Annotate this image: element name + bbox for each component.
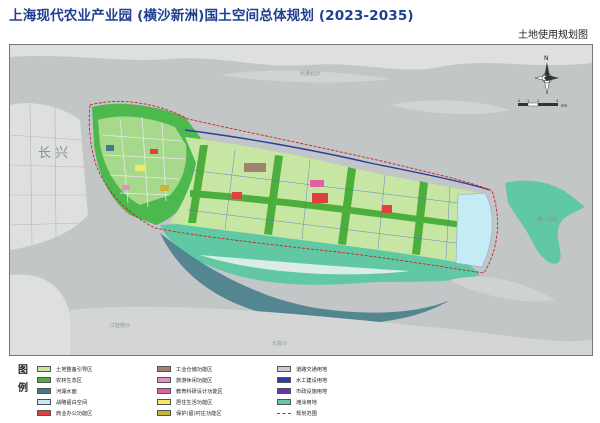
legend-swatch bbox=[277, 399, 291, 405]
legend-label: 规划范围 bbox=[296, 410, 317, 417]
commercial-block bbox=[150, 149, 158, 154]
business-zone-west bbox=[232, 192, 242, 199]
legend-swatch bbox=[157, 377, 171, 383]
legend-swatch bbox=[277, 412, 291, 414]
map-frame[interactable]: 长 兴 横沙浅滩 北港北沙 江亚南沙 九段沙 N 0 1 2 4 km bbox=[9, 44, 593, 356]
legend-label: 水工建设用地 bbox=[296, 377, 328, 384]
scale-tick-1: 1 bbox=[527, 99, 529, 103]
legend-item: 河湖水面 bbox=[37, 386, 157, 396]
legend-label: 滩涂用地 bbox=[296, 399, 317, 406]
map-legend: 图 例 土地整备引导区 工业仓储功能区 道路交通用地农林生态区 旅游休闲功能区 水工建设… bbox=[9, 358, 591, 418]
legend-item: 土地整备引导区 bbox=[37, 364, 157, 374]
legend-swatch bbox=[157, 410, 171, 416]
education-zone bbox=[310, 180, 324, 187]
legend-swatch bbox=[37, 388, 51, 394]
legend-item: 工业仓储功能区 bbox=[157, 364, 277, 374]
legend-label: 市政设施用地 bbox=[296, 388, 328, 395]
label-north-channel: 北港北沙 bbox=[300, 70, 320, 77]
document-title: 上海现代农业产业园 (横沙新洲)国土空间总体规划 (2023-2035) bbox=[9, 8, 414, 24]
legend-label: 教育科研设计功能区 bbox=[176, 388, 223, 395]
legend-label: 河湖水面 bbox=[56, 388, 77, 395]
map-name: 土地使用规划图 bbox=[518, 30, 588, 41]
legend-swatch bbox=[277, 366, 291, 372]
legend-swatch bbox=[37, 377, 51, 383]
legend-item: 保护(留)村庄功能区 bbox=[157, 408, 277, 418]
scale-tick-0: 0 bbox=[518, 99, 520, 103]
scale-unit: km bbox=[561, 103, 567, 108]
residential-block bbox=[135, 165, 145, 171]
legend-item: 战略留白空间 bbox=[37, 397, 157, 407]
strategic-reserve bbox=[455, 192, 493, 268]
legend-swatch bbox=[157, 366, 171, 372]
legend-swatch bbox=[157, 388, 171, 394]
legend-label: 保护(留)村庄功能区 bbox=[176, 410, 222, 417]
legend-item: 市政设施用地 bbox=[277, 386, 387, 396]
label-changxing: 长 兴 bbox=[38, 146, 68, 161]
legend-swatch bbox=[37, 366, 51, 372]
legend-item: 商业办公功能区 bbox=[37, 408, 157, 418]
legend-swatch bbox=[157, 399, 171, 405]
label-jiuduansha: 九段沙 bbox=[272, 340, 287, 347]
legend-swatch bbox=[277, 377, 291, 383]
legend-label: 战略留白空间 bbox=[56, 399, 88, 406]
legend-item: 滩涂用地 bbox=[277, 397, 387, 407]
legend-swatch bbox=[37, 399, 51, 405]
legend-item: 旅游休闲功能区 bbox=[157, 375, 277, 385]
scale-tick-2: 2 bbox=[537, 99, 539, 103]
industrial-zone bbox=[244, 163, 266, 172]
legend-item: 农林生态区 bbox=[37, 375, 157, 385]
legend-label: 居住生活功能区 bbox=[176, 399, 213, 406]
land-use-map[interactable]: 长 兴 横沙浅滩 北港北沙 江亚南沙 九段沙 N 0 1 2 4 km bbox=[10, 45, 592, 355]
legend-item: 规划范围 bbox=[277, 408, 387, 418]
business-zone-east bbox=[382, 205, 392, 213]
legend-item: 教育科研设计功能区 bbox=[157, 386, 277, 396]
legend-label: 道路交通用地 bbox=[296, 366, 328, 373]
label-south-channel: 江亚南沙 bbox=[110, 322, 130, 329]
village-block bbox=[160, 185, 169, 191]
legend-item: 道路交通用地 bbox=[277, 364, 387, 374]
legend-label: 农林生态区 bbox=[56, 377, 82, 384]
legend-label: 商业办公功能区 bbox=[56, 410, 93, 417]
compass-north-label: N bbox=[544, 55, 549, 62]
legend-item: 居住生活功能区 bbox=[157, 397, 277, 407]
label-hengsha-east: 横沙浅滩 bbox=[537, 216, 557, 223]
legend-items: 土地整备引导区 工业仓储功能区 道路交通用地农林生态区 旅游休闲功能区 水工建设用地河湖… bbox=[37, 364, 387, 418]
legend-label: 旅游休闲功能区 bbox=[176, 377, 213, 384]
legend-item: 水工建设用地 bbox=[277, 375, 387, 385]
legend-swatch bbox=[37, 410, 51, 416]
lake-block bbox=[106, 145, 114, 151]
legend-header: 图 例 bbox=[18, 365, 28, 394]
legend-label: 土地整备引导区 bbox=[56, 366, 93, 373]
business-zone bbox=[312, 193, 328, 203]
tourism-block bbox=[122, 185, 130, 190]
legend-label: 工业仓储功能区 bbox=[176, 366, 213, 373]
legend-swatch bbox=[277, 388, 291, 394]
